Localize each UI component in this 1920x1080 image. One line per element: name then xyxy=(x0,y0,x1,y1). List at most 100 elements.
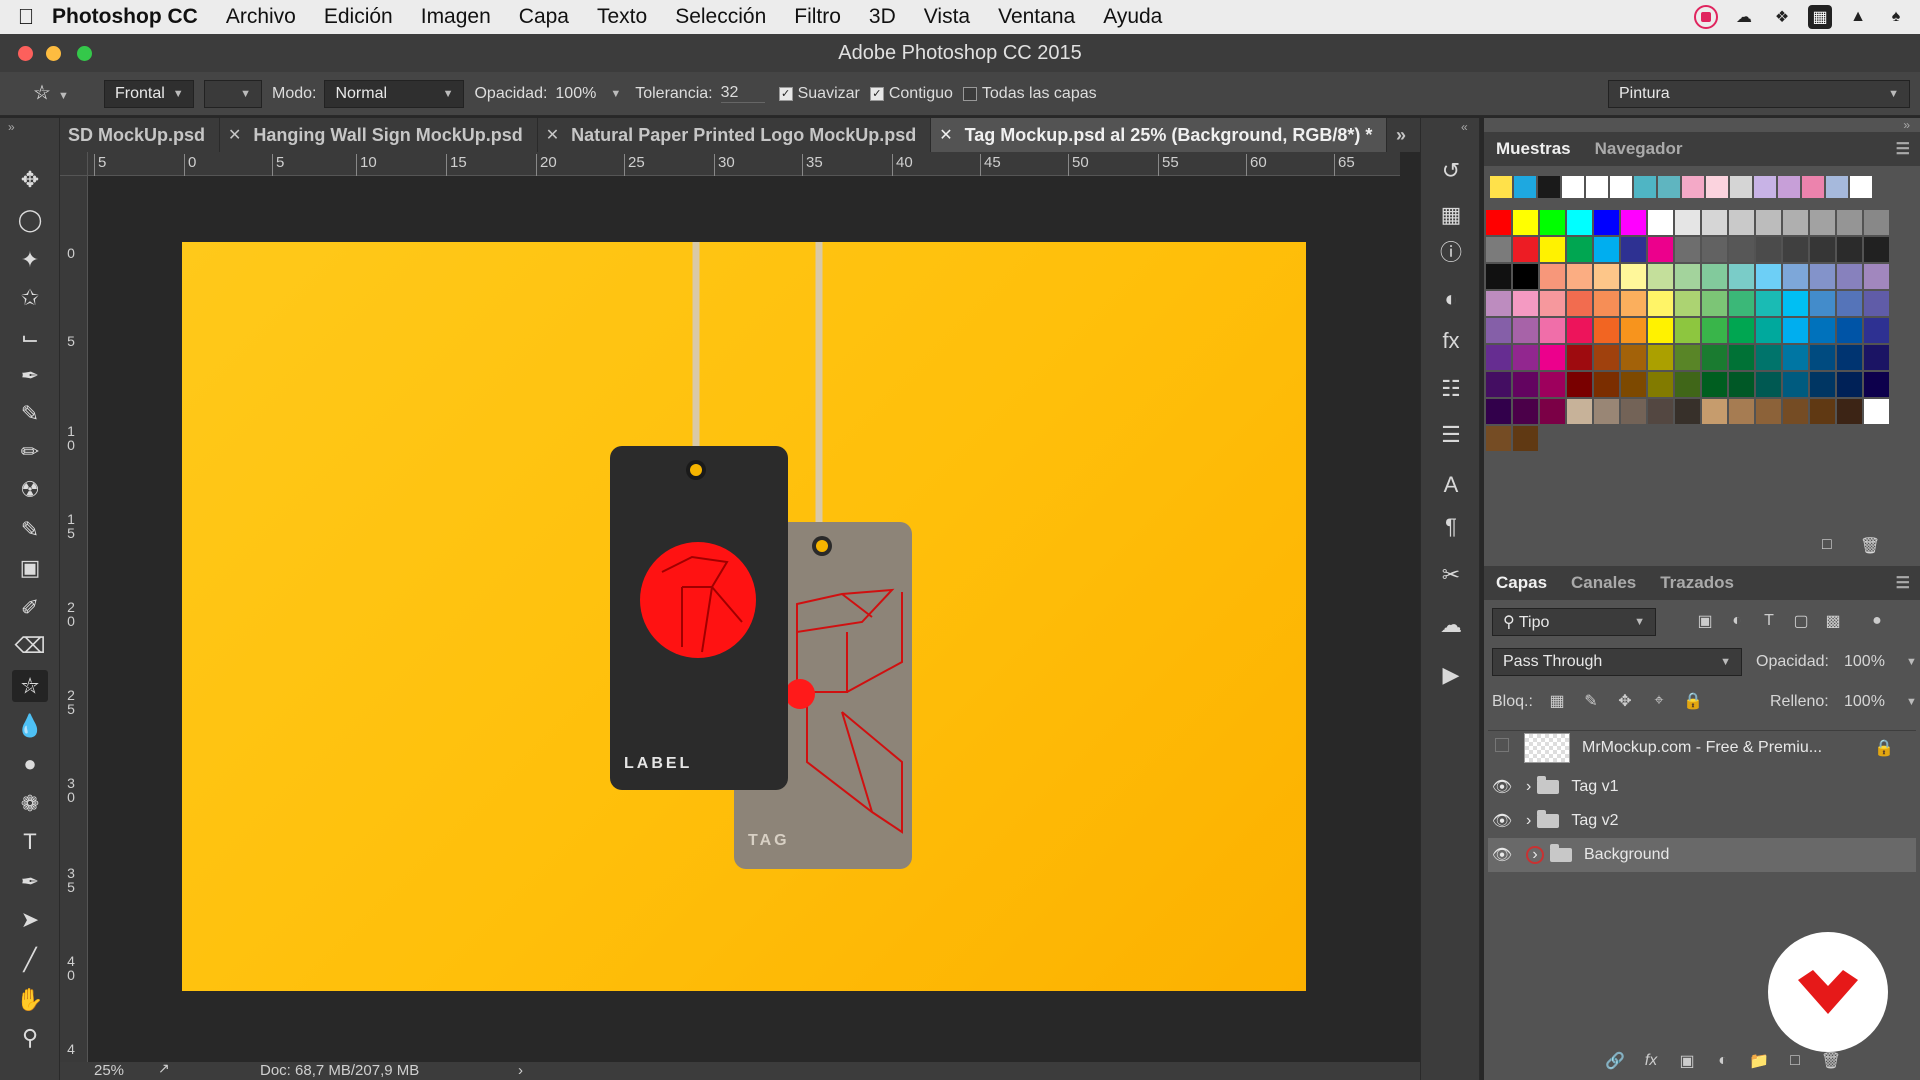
swatch[interactable] xyxy=(1540,318,1565,343)
swatch[interactable] xyxy=(1729,210,1754,235)
opacity-dropdown-icon[interactable]: ▼ xyxy=(610,88,621,100)
layer-style-icon[interactable]: fx xyxy=(1640,1050,1662,1072)
swatch[interactable] xyxy=(1810,372,1835,397)
swatch[interactable] xyxy=(1837,237,1862,262)
recent-swatch[interactable] xyxy=(1490,176,1512,198)
app-icon[interactable]: ▦ xyxy=(1808,5,1832,29)
ruler-corner[interactable] xyxy=(60,152,88,176)
swatch[interactable] xyxy=(1513,318,1538,343)
swatch[interactable] xyxy=(1621,210,1646,235)
swatch[interactable] xyxy=(1783,291,1808,316)
layers-panel-menu-icon[interactable]: ☰ xyxy=(1896,573,1910,593)
menu-seleccion[interactable]: Selección xyxy=(675,5,766,29)
adjustments-panel-icon[interactable]: ◐ xyxy=(1434,282,1468,316)
menu-3d[interactable]: 3D xyxy=(869,5,896,29)
zoom-level[interactable]: 25% xyxy=(94,1062,124,1079)
swatch[interactable] xyxy=(1783,237,1808,262)
document-image[interactable]: TAG LABEL xyxy=(182,242,1306,991)
orientation-select[interactable]: Frontal ▼ xyxy=(104,79,194,108)
swatch[interactable] xyxy=(1756,237,1781,262)
swatch[interactable] xyxy=(1702,399,1727,424)
swatch[interactable] xyxy=(1675,210,1700,235)
recent-swatch[interactable] xyxy=(1658,176,1680,198)
healing-brush-tool-icon[interactable]: ✎ xyxy=(12,398,48,430)
swatch[interactable] xyxy=(1783,210,1808,235)
swatch[interactable] xyxy=(1648,318,1673,343)
layer-row-mrmockup[interactable]: MrMockup.com - Free & Premiu... 🔒 xyxy=(1488,730,1916,764)
eye-icon[interactable]: 👁 xyxy=(1488,845,1516,865)
swatch[interactable] xyxy=(1567,291,1592,316)
tab-capas[interactable]: Capas xyxy=(1484,573,1559,593)
lock-position-icon[interactable]: ✥ xyxy=(1614,690,1636,712)
workspace-select[interactable]: Pintura ▼ xyxy=(1608,79,1910,108)
swatch[interactable] xyxy=(1513,264,1538,289)
move-tool-icon[interactable]: ✥ xyxy=(12,164,48,196)
tab-navegador[interactable]: Navegador xyxy=(1583,139,1695,159)
swatch[interactable] xyxy=(1837,264,1862,289)
swatch[interactable] xyxy=(1729,237,1754,262)
swatch[interactable] xyxy=(1567,345,1592,370)
cloud-sync-icon[interactable]: ☁ xyxy=(1732,5,1756,29)
swatch[interactable] xyxy=(1864,372,1889,397)
swatch[interactable] xyxy=(1810,237,1835,262)
swatch[interactable] xyxy=(1756,318,1781,343)
menu-vista[interactable]: Vista xyxy=(924,5,970,29)
new-swatch-icon[interactable]: □ xyxy=(1822,536,1832,554)
tab-canales[interactable]: Canales xyxy=(1559,573,1648,593)
info-panel-icon[interactable]: ⓘ xyxy=(1434,234,1468,268)
mode-select[interactable]: Normal ▼ xyxy=(324,79,465,108)
tolerance-input[interactable]: 32 xyxy=(720,84,765,103)
clone-stamp-tool-icon[interactable]: ☢ xyxy=(12,474,48,506)
swatch[interactable] xyxy=(1675,372,1700,397)
delete-layer-icon[interactable]: 🗑 xyxy=(1820,1050,1842,1072)
recent-swatch[interactable] xyxy=(1754,176,1776,198)
more-tabs-icon[interactable]: » xyxy=(1396,125,1406,146)
paint-bucket-tool-icon[interactable]: ⛦ xyxy=(12,670,48,702)
swatch[interactable] xyxy=(1837,345,1862,370)
swatch[interactable] xyxy=(1864,237,1889,262)
swatch[interactable] xyxy=(1621,345,1646,370)
swatch[interactable] xyxy=(1756,291,1781,316)
swatch[interactable] xyxy=(1648,399,1673,424)
swatch[interactable] xyxy=(1567,237,1592,262)
swatch[interactable] xyxy=(1594,372,1619,397)
all-layers-checkbox[interactable] xyxy=(962,86,977,101)
new-group-icon[interactable]: 📁 xyxy=(1748,1050,1770,1072)
expand-group-icon[interactable]: › xyxy=(1526,812,1531,830)
swatch[interactable] xyxy=(1540,291,1565,316)
lasso-tool-icon[interactable]: ✦ xyxy=(12,244,48,276)
blur-tool-icon[interactable]: 💧 xyxy=(12,710,48,742)
swatch[interactable] xyxy=(1702,291,1727,316)
canvas-area[interactable]: TAG LABEL xyxy=(88,176,1400,1062)
swatch[interactable] xyxy=(1567,264,1592,289)
swatch[interactable] xyxy=(1486,426,1511,451)
blend-mode-select[interactable]: Pass Through ▼ xyxy=(1492,648,1742,676)
swatch[interactable] xyxy=(1702,237,1727,262)
swatch[interactable] xyxy=(1756,372,1781,397)
minimize-window-button[interactable] xyxy=(46,46,61,61)
layer-filter-select[interactable]: ⚲ Tipo ▼ xyxy=(1492,608,1656,636)
zoom-window-button[interactable] xyxy=(77,46,92,61)
pencil-tool-icon[interactable]: ✏ xyxy=(12,436,48,468)
expand-dock-icon[interactable]: « xyxy=(1461,120,1468,134)
filter-type-icon[interactable]: T xyxy=(1758,610,1780,632)
lock-all-icon[interactable]: 🔒 xyxy=(1682,690,1704,712)
swatch[interactable] xyxy=(1594,291,1619,316)
filter-pixel-icon[interactable]: ▣ xyxy=(1694,610,1716,632)
layer-row-tag-v1[interactable]: 👁 › Tag v1 xyxy=(1488,770,1916,804)
character-panel-icon[interactable]: A xyxy=(1434,468,1468,502)
close-window-button[interactable] xyxy=(18,46,33,61)
swatch[interactable] xyxy=(1594,237,1619,262)
swatch[interactable] xyxy=(1783,264,1808,289)
eraser-tool-icon[interactable]: ⌫ xyxy=(12,630,48,662)
pen-tool-icon[interactable]: ✒ xyxy=(12,866,48,898)
crop-tool-icon[interactable]: ⌙ xyxy=(12,322,48,354)
fill-value[interactable]: 100% xyxy=(1844,693,1885,711)
swatch[interactable] xyxy=(1756,345,1781,370)
swatch[interactable] xyxy=(1783,372,1808,397)
swatch[interactable] xyxy=(1567,318,1592,343)
dropbox-icon[interactable]: ❖ xyxy=(1770,5,1794,29)
swatch[interactable] xyxy=(1486,318,1511,343)
close-tab-icon[interactable]: ✕ xyxy=(546,125,559,145)
swatch[interactable] xyxy=(1756,210,1781,235)
